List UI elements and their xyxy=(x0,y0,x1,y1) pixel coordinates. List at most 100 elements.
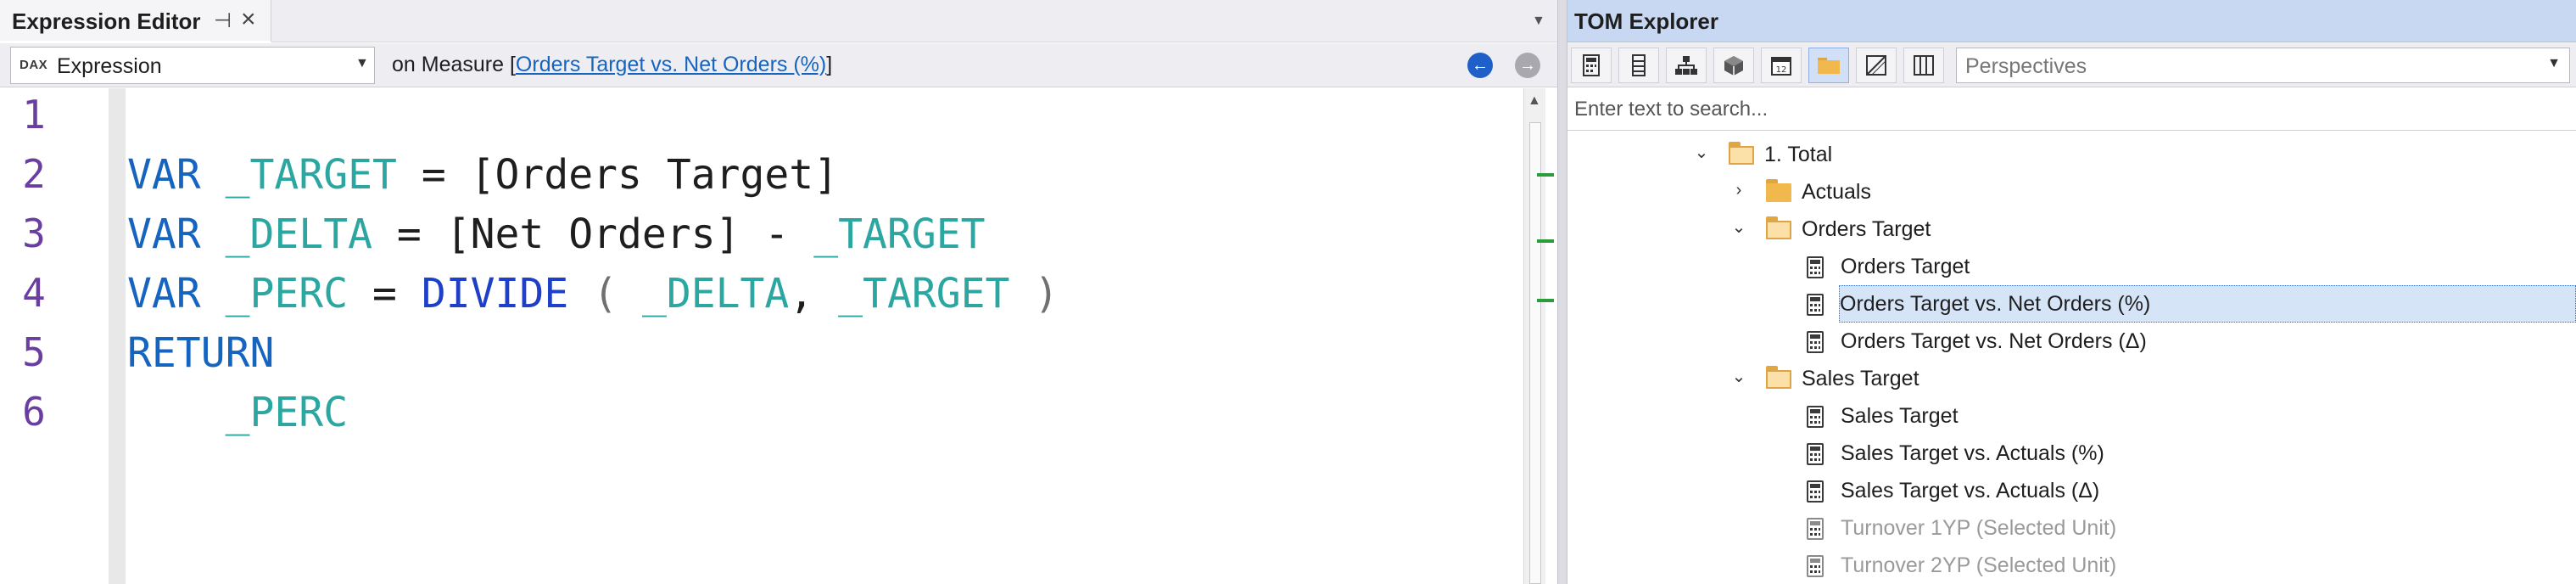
code-line-6: _PERC xyxy=(127,389,349,436)
line-number: 4 xyxy=(22,270,46,316)
tab-overflow-icon[interactable]: ▼ xyxy=(1532,14,1545,29)
measure-icon xyxy=(1807,256,1824,278)
tree-item-label: Sales Target vs. Actuals (Δ) xyxy=(1841,479,2100,503)
tree-item-measure-selected[interactable]: Orders Target vs. Net Orders (%) xyxy=(1839,285,2576,323)
close-icon[interactable]: × xyxy=(241,5,256,34)
change-marker xyxy=(1537,173,1554,177)
change-marker xyxy=(1537,299,1554,302)
column-icon[interactable] xyxy=(1618,48,1659,83)
tom-header: TOM Explorer xyxy=(1567,0,2576,42)
measure-ref: [Net Orders] - xyxy=(445,211,790,258)
navigate-forward-button[interactable]: → xyxy=(1515,53,1540,78)
tom-search-input[interactable] xyxy=(1571,92,2572,127)
tree-item-label: Turnover 1YP (Selected Unit) xyxy=(1841,516,2117,540)
pane-splitter[interactable] xyxy=(1557,0,1567,584)
line-number: 2 xyxy=(22,151,46,197)
measure-icon xyxy=(1807,555,1824,577)
folder-open-icon xyxy=(1729,142,1754,165)
tree-item-measure[interactable]: Orders Target xyxy=(1567,248,2576,285)
tree-item-label: Orders Target vs. Net Orders (Δ) xyxy=(1841,329,2147,353)
collapse-icon[interactable]: ⌄ xyxy=(1691,143,1712,163)
calendar-icon[interactable]: 12 xyxy=(1761,48,1802,83)
collapse-icon[interactable]: ⌄ xyxy=(1729,367,1749,387)
dax-icon: DAX xyxy=(20,58,48,72)
variable: _DELTA xyxy=(641,270,790,317)
expression-property-select[interactable]: DAX Expression ▼ xyxy=(10,47,375,84)
pin-icon[interactable]: ⊣ xyxy=(214,8,232,33)
line-number-gutter: 1 2 3 4 5 6 xyxy=(0,88,59,584)
line-number: 3 xyxy=(22,211,46,256)
keyword: RETURN xyxy=(127,329,275,377)
tree-item-folder[interactable]: ⌄ Orders Target xyxy=(1567,211,2576,248)
folder-open-icon xyxy=(1766,366,1791,389)
fold-margin xyxy=(109,88,126,584)
measure-prefix: on Measure [ xyxy=(392,53,516,76)
code-line-3: VAR _DELTA = [Net Orders] - _TARGET xyxy=(127,211,986,258)
variable: _PERC xyxy=(225,389,349,436)
tom-title: TOM Explorer xyxy=(1574,8,1719,34)
folder-icon[interactable] xyxy=(1808,48,1849,83)
folder-icon xyxy=(1766,179,1791,202)
tree-item-measure[interactable]: Sales Target xyxy=(1567,397,2576,435)
editor-tab[interactable]: Expression Editor ⊣ × xyxy=(0,0,271,42)
navigate-back-button[interactable]: ← xyxy=(1467,53,1493,78)
measure-icon xyxy=(1807,331,1824,353)
tree-item-measure-hidden[interactable]: Turnover 2YP (Selected Unit) xyxy=(1567,547,2576,584)
operator: = xyxy=(372,270,397,317)
line-number: 6 xyxy=(22,389,46,435)
tree-item-label: Actuals xyxy=(1802,180,1871,204)
chevron-down-icon[interactable]: ▼ xyxy=(2547,56,2561,71)
paren: ( xyxy=(593,270,618,317)
measure-icon xyxy=(1807,518,1824,540)
tree-item-label: 1. Total xyxy=(1764,143,1833,166)
partition-icon[interactable] xyxy=(1856,48,1897,83)
collapse-icon[interactable]: ⌄ xyxy=(1729,217,1749,238)
line-number: 1 xyxy=(22,92,46,138)
tree-item-measure[interactable]: Sales Target vs. Actuals (%) xyxy=(1567,435,2576,472)
hierarchy-icon[interactable] xyxy=(1666,48,1707,83)
measure-suffix: ] xyxy=(826,53,833,76)
chevron-down-icon[interactable]: ▼ xyxy=(355,56,369,71)
code-line-4: VAR _PERC = DIVIDE ( _DELTA, _TARGET ) xyxy=(127,270,1059,317)
calculator-icon[interactable] xyxy=(1571,48,1612,83)
measure-context: on Measure [Orders Target vs. Net Orders… xyxy=(392,53,832,77)
operator: = xyxy=(396,211,422,258)
tree-item-folder[interactable]: ⌄ 1. Total xyxy=(1567,136,2576,173)
tree-item-label: Orders Target xyxy=(1841,255,1970,278)
perspectives-select[interactable]: Perspectives ▼ xyxy=(1956,48,2570,83)
keyword: VAR xyxy=(127,270,201,317)
line-number: 5 xyxy=(22,329,46,375)
code-line-5: RETURN xyxy=(127,329,274,377)
measure-icon xyxy=(1807,480,1824,503)
change-markers xyxy=(1537,88,1557,584)
tree-item-measure-hidden[interactable]: Turnover 1YP (Selected Unit) xyxy=(1567,509,2576,547)
tree-item-label: Orders Target vs. Net Orders (%) xyxy=(1840,292,2151,316)
change-marker xyxy=(1537,239,1554,243)
measure-icon xyxy=(1807,294,1824,316)
tree-item-measure[interactable]: Orders Target vs. Net Orders (Δ) xyxy=(1567,323,2576,360)
function-name: DIVIDE xyxy=(421,270,569,317)
cube-icon[interactable] xyxy=(1713,48,1754,83)
tree-item-measure[interactable]: Sales Target vs. Actuals (Δ) xyxy=(1567,472,2576,509)
editor-title: Expression Editor xyxy=(12,8,201,34)
measure-link[interactable]: Orders Target vs. Net Orders (%) xyxy=(516,53,826,76)
measure-icon xyxy=(1807,443,1824,465)
tom-explorer-pane: TOM Explorer 12 Perspectives ▼ Enter tex… xyxy=(1567,0,2576,584)
perspectives-value: Perspectives xyxy=(1965,54,2087,78)
variable: _TARGET xyxy=(813,211,986,258)
tom-toolbar: 12 Perspectives ▼ xyxy=(1567,43,2576,87)
tom-search-box xyxy=(1567,88,2576,131)
tree-item-label: Orders Target xyxy=(1802,217,1931,241)
svg-text:12: 12 xyxy=(1776,65,1787,75)
editor-header: Expression Editor ⊣ × ▼ xyxy=(0,0,1557,42)
expand-icon[interactable]: › xyxy=(1729,180,1749,200)
variable: _PERC xyxy=(225,270,349,317)
keyword: VAR xyxy=(127,151,201,199)
tree-item-folder[interactable]: › Actuals xyxy=(1567,173,2576,211)
code-editor[interactable]: 1 2 3 4 5 6 VAR _TARGET = [Orders Target… xyxy=(0,88,1557,584)
grid-icon[interactable] xyxy=(1903,48,1944,83)
tom-tree: ⌄ 1. Total › Actuals ⌄ Orders Target Ord… xyxy=(1567,132,2576,584)
paren: ) xyxy=(1034,270,1059,317)
tree-item-folder[interactable]: ⌄ Sales Target xyxy=(1567,360,2576,397)
expression-select-value: Expression xyxy=(57,54,162,78)
